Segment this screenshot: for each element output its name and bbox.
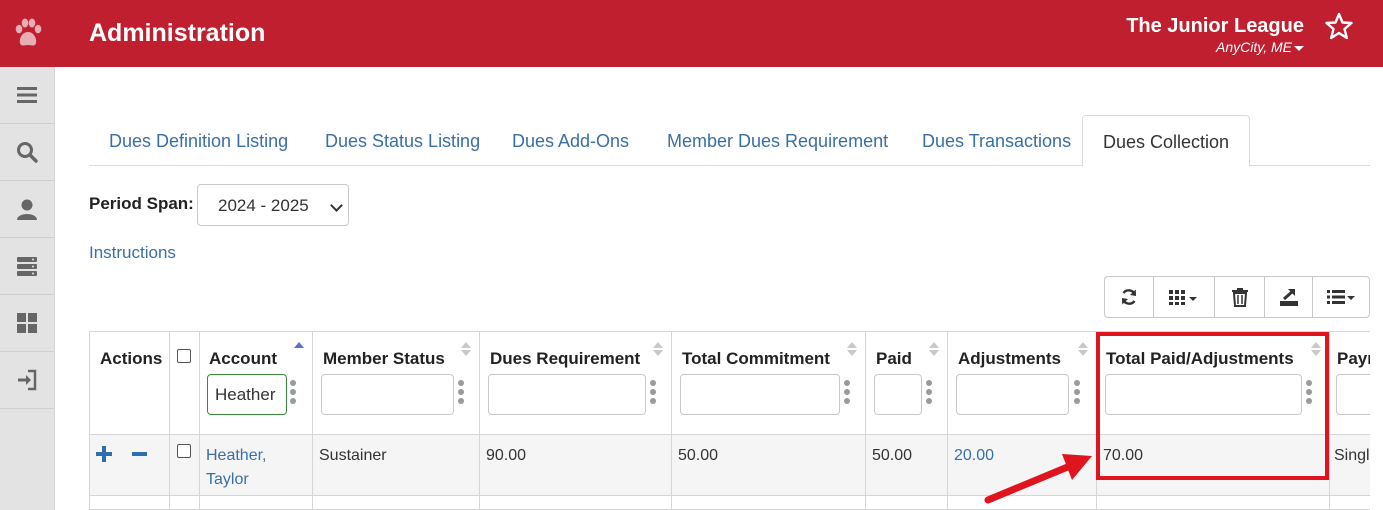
sort-icon[interactable] xyxy=(653,342,663,356)
total-commitment-cell: 50.00 xyxy=(678,447,719,464)
instructions-link[interactable]: Instructions xyxy=(89,243,176,263)
header-payment[interactable]: Payn xyxy=(1337,349,1370,369)
list-options-button[interactable] xyxy=(1313,277,1369,317)
total-commitment-filter-input[interactable] xyxy=(680,374,840,415)
user-icon xyxy=(17,199,37,220)
highlight-box xyxy=(1096,332,1329,480)
period-span-select[interactable]: 2024 - 2025 xyxy=(197,184,349,226)
tab-dues-definition-listing[interactable]: Dues Definition Listing xyxy=(89,115,308,166)
table-toolbar xyxy=(1104,276,1370,318)
filter-options-icon[interactable] xyxy=(926,380,932,407)
column-account: Account Heather Heather, Taylor xyxy=(200,332,313,509)
delete-button[interactable] xyxy=(1215,277,1265,317)
dashboard-icon xyxy=(17,313,37,333)
column-select xyxy=(170,332,200,509)
member-status-cell: Sustainer xyxy=(319,447,387,464)
refresh-icon xyxy=(1121,289,1137,305)
row-checkbox[interactable] xyxy=(177,444,191,458)
header-actions: Actions xyxy=(100,349,163,368)
account-filter-input[interactable]: Heather xyxy=(207,374,287,415)
sidebar-item-menu[interactable] xyxy=(0,67,54,124)
sidebar-item-sign-in[interactable] xyxy=(0,352,54,409)
export-icon xyxy=(1279,289,1298,306)
tab-bar: Dues Definition Listing Dues Status List… xyxy=(89,115,1370,167)
sort-icon[interactable] xyxy=(461,342,471,356)
columns-button[interactable] xyxy=(1154,277,1215,317)
sort-ascending-icon[interactable] xyxy=(294,342,304,350)
sidebar-item-search[interactable] xyxy=(0,124,54,181)
payment-filter-input[interactable] xyxy=(1336,374,1370,415)
header-total-commitment[interactable]: Total Commitment xyxy=(682,349,830,369)
list-icon xyxy=(1327,290,1355,304)
refresh-button[interactable] xyxy=(1105,277,1154,317)
plus-icon[interactable] xyxy=(96,446,112,462)
org-city-label: AnyCity, ME xyxy=(1216,39,1292,55)
account-line2: Taylor xyxy=(206,471,249,488)
member-status-filter-input[interactable] xyxy=(321,374,454,415)
sidebar-item-server[interactable] xyxy=(0,238,54,295)
search-icon xyxy=(17,142,38,163)
caret-down-icon xyxy=(1294,45,1304,51)
org-selector[interactable]: The Junior League AnyCity, ME xyxy=(1126,15,1304,55)
select-all-checkbox[interactable] xyxy=(177,349,191,363)
menu-icon xyxy=(17,87,37,103)
tab-member-dues-requirement[interactable]: Member Dues Requirement xyxy=(647,115,908,166)
dues-requirement-cell: 90.00 xyxy=(486,447,527,464)
column-actions: Actions xyxy=(90,332,170,509)
column-dues-requirement: Dues Requirement 90.00 xyxy=(480,332,672,509)
payment-cell: Singl xyxy=(1334,447,1370,464)
tab-dues-add-ons[interactable]: Dues Add-Ons xyxy=(492,115,649,166)
sidebar-item-user[interactable] xyxy=(0,181,54,238)
page-title: Administration xyxy=(89,19,266,47)
account-link[interactable]: Heather, Taylor xyxy=(206,444,266,492)
column-total-commitment: Total Commitment 50.00 xyxy=(672,332,866,509)
filter-options-icon[interactable] xyxy=(844,380,850,407)
column-member-status: Member Status Sustainer xyxy=(313,332,480,509)
minus-icon[interactable] xyxy=(132,446,148,462)
org-city[interactable]: AnyCity, ME xyxy=(1126,39,1304,55)
tab-dues-collection[interactable]: Dues Collection xyxy=(1082,115,1251,167)
header-account[interactable]: Account xyxy=(209,349,277,369)
trash-icon xyxy=(1231,288,1248,307)
star-icon[interactable] xyxy=(1325,12,1353,40)
header-paid[interactable]: Paid xyxy=(876,349,912,369)
filter-options-icon[interactable] xyxy=(1074,380,1080,407)
columns-icon xyxy=(1169,290,1197,305)
filter-options-icon[interactable] xyxy=(458,380,464,407)
column-payment: Payn Singl xyxy=(1330,332,1370,509)
period-span-label: Period Span: xyxy=(89,194,194,213)
filter-options-icon[interactable] xyxy=(290,380,296,407)
header-member-status[interactable]: Member Status xyxy=(323,349,445,369)
top-header-bar: Administration The Junior League AnyCity… xyxy=(0,0,1383,67)
paw-logo-icon[interactable] xyxy=(0,0,55,67)
sort-icon[interactable] xyxy=(1078,342,1088,356)
header-adjustments[interactable]: Adjustments xyxy=(958,349,1061,369)
header-dues-requirement[interactable]: Dues Requirement xyxy=(490,349,640,369)
sidebar-item-dashboard[interactable] xyxy=(0,295,54,352)
filter-options-icon[interactable] xyxy=(650,380,656,407)
export-button[interactable] xyxy=(1265,277,1313,317)
paid-filter-input[interactable] xyxy=(874,374,922,415)
annotation-arrow-icon xyxy=(984,454,1092,504)
dues-requirement-filter-input[interactable] xyxy=(488,374,646,415)
org-name: The Junior League xyxy=(1126,15,1304,37)
period-span-value: 2024 - 2025 xyxy=(218,196,309,215)
server-icon xyxy=(17,257,37,276)
tab-dues-transactions[interactable]: Dues Transactions xyxy=(902,115,1091,166)
account-line1: Heather, xyxy=(206,447,267,464)
sort-icon[interactable] xyxy=(847,342,857,356)
sidebar xyxy=(0,67,55,510)
sign-in-icon xyxy=(18,369,37,391)
paid-cell: 50.00 xyxy=(872,447,913,464)
tab-dues-status-listing[interactable]: Dues Status Listing xyxy=(305,115,500,166)
column-paid: Paid 50.00 xyxy=(866,332,948,509)
chevron-down-icon xyxy=(330,199,343,212)
adjustments-filter-input[interactable] xyxy=(956,374,1069,415)
sort-icon[interactable] xyxy=(929,342,939,356)
